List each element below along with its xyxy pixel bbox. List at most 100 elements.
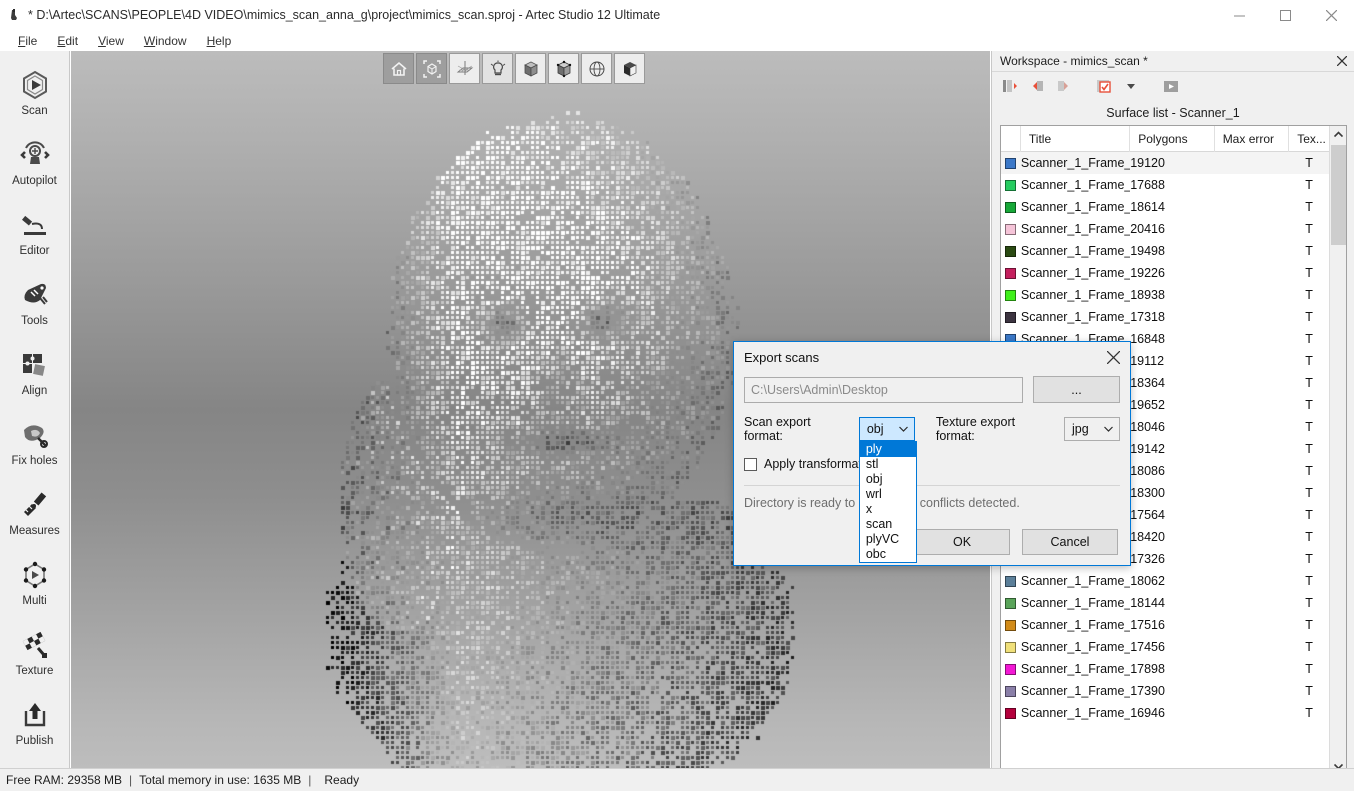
row-polygons: 16848 bbox=[1130, 332, 1165, 346]
scan-color-swatch[interactable] bbox=[1001, 267, 1021, 279]
dropdown-option-ply[interactable]: ply bbox=[859, 442, 916, 457]
close-icon[interactable] bbox=[1308, 0, 1354, 30]
table-row[interactable]: Scanner_1_Frame_ 19226 T bbox=[1001, 262, 1329, 284]
viewport-toolbar bbox=[383, 53, 645, 84]
scan-color-swatch[interactable] bbox=[1001, 289, 1021, 301]
dropdown-arrow-icon[interactable] bbox=[1119, 75, 1143, 97]
next-frame-icon[interactable] bbox=[1052, 75, 1076, 97]
cancel-button[interactable]: Cancel bbox=[1022, 529, 1118, 555]
fit-to-view-icon[interactable] bbox=[416, 53, 447, 84]
window-controls bbox=[1216, 0, 1354, 30]
sidebar-item-fix-holes[interactable]: Fix holes bbox=[0, 407, 70, 477]
column-header-texture[interactable]: Tex... bbox=[1289, 126, 1329, 152]
menu-item-help[interactable]: Help bbox=[197, 32, 242, 50]
table-row[interactable]: Scanner_1_Frame_ 17318 T bbox=[1001, 306, 1329, 328]
solid-cube-icon[interactable] bbox=[614, 53, 645, 84]
scan-color-swatch[interactable] bbox=[1001, 663, 1021, 675]
scan-color-swatch[interactable] bbox=[1001, 707, 1021, 719]
chevron-down-icon bbox=[894, 426, 914, 432]
home-icon[interactable] bbox=[383, 53, 414, 84]
menu-item-view[interactable]: View bbox=[88, 32, 134, 50]
row-polygons: 18614 bbox=[1130, 200, 1165, 214]
column-header-polygons[interactable]: Polygons bbox=[1130, 126, 1215, 152]
dropdown-option-obc[interactable]: obc bbox=[860, 547, 916, 562]
menu-item-window[interactable]: Window bbox=[134, 32, 197, 50]
scrollbar-thumb[interactable] bbox=[1331, 145, 1346, 245]
light-bulb-icon[interactable] bbox=[482, 53, 513, 84]
scan-color-swatch[interactable] bbox=[1001, 157, 1021, 169]
scan-color-swatch[interactable] bbox=[1001, 575, 1021, 587]
column-header-max-error[interactable]: Max error bbox=[1215, 126, 1290, 152]
table-row[interactable]: Scanner_1_Frame_ 19120 T bbox=[1001, 152, 1329, 174]
table-row[interactable]: Scanner_1_Frame_ 17688 T bbox=[1001, 174, 1329, 196]
column-header-title[interactable]: Title bbox=[1021, 126, 1131, 152]
apply-transformation-row[interactable]: Apply transformation bbox=[734, 443, 1130, 471]
scan-color-swatch[interactable] bbox=[1001, 597, 1021, 609]
sphere-icon[interactable] bbox=[581, 53, 612, 84]
close-icon[interactable] bbox=[1334, 53, 1350, 69]
select-all-checkbox-icon[interactable] bbox=[1092, 75, 1116, 97]
dropdown-option-stl[interactable]: stl bbox=[860, 457, 916, 472]
maximize-icon[interactable] bbox=[1262, 0, 1308, 30]
sidebar-item-align[interactable]: Align bbox=[0, 337, 70, 407]
table-row[interactable]: Scanner_1_Frame_ 18144 T bbox=[1001, 592, 1329, 614]
dropdown-option-wrl[interactable]: wrl bbox=[860, 487, 916, 502]
table-row[interactable]: Scanner_1_Frame_ 20416 T bbox=[1001, 218, 1329, 240]
table-row[interactable]: Scanner_1_Frame_ 17516 T bbox=[1001, 614, 1329, 636]
dropdown-option-x[interactable]: x bbox=[860, 502, 916, 517]
texture-export-format-select[interactable]: jpg bbox=[1063, 417, 1120, 441]
menu-item-file[interactable]: File bbox=[8, 32, 47, 50]
scan-color-swatch[interactable] bbox=[1001, 311, 1021, 323]
dropdown-option-plyVC[interactable]: plyVC bbox=[860, 532, 916, 547]
scan-color-swatch[interactable] bbox=[1001, 179, 1021, 191]
table-row[interactable]: Scanner_1_Frame_ 17456 T bbox=[1001, 636, 1329, 658]
apply-transformation-checkbox[interactable] bbox=[744, 457, 757, 471]
fix-holes-icon bbox=[17, 417, 53, 453]
play-icon[interactable] bbox=[1159, 75, 1183, 97]
table-row[interactable]: Scanner_1_Frame_ 18614 T bbox=[1001, 196, 1329, 218]
surface-list-scrollbar[interactable] bbox=[1329, 126, 1346, 775]
sidebar-item-label: Measures bbox=[9, 524, 60, 537]
sidebar-item-multi[interactable]: Multi bbox=[0, 547, 70, 617]
chevron-up-icon[interactable] bbox=[1330, 126, 1346, 143]
dropdown-option-obj[interactable]: obj bbox=[860, 472, 916, 487]
sidebar-item-texture[interactable]: Texture bbox=[0, 617, 70, 687]
column-header-swatch[interactable] bbox=[1001, 126, 1021, 152]
close-icon[interactable] bbox=[1100, 344, 1126, 370]
export-scans-dialog[interactable]: Export scans C:\Users\Admin\Desktop ... … bbox=[733, 341, 1131, 566]
export-path-input[interactable]: C:\Users\Admin\Desktop bbox=[744, 376, 1023, 403]
scan-export-format-dropdown[interactable]: ply stl obj wrl x scan plyVC obc bbox=[858, 441, 917, 563]
browse-button[interactable]: ... bbox=[1033, 376, 1120, 403]
sidebar-item-measures[interactable]: Measures bbox=[0, 477, 70, 547]
sidebar-item-tools[interactable]: Tools bbox=[0, 267, 70, 337]
table-row[interactable]: Scanner_1_Frame_ 18062 T bbox=[1001, 570, 1329, 592]
table-row[interactable]: Scanner_1_Frame_ 17898 T bbox=[1001, 658, 1329, 680]
scan-color-swatch[interactable] bbox=[1001, 641, 1021, 653]
ok-button[interactable]: OK bbox=[914, 529, 1010, 555]
menu-item-edit[interactable]: Edit bbox=[47, 32, 88, 50]
row-texture: T bbox=[1305, 442, 1313, 456]
import-scan-icon[interactable] bbox=[998, 75, 1022, 97]
scan-color-swatch[interactable] bbox=[1001, 685, 1021, 697]
table-row[interactable]: Scanner_1_Frame_ 16946 T bbox=[1001, 702, 1329, 724]
scan-color-swatch[interactable] bbox=[1001, 223, 1021, 235]
scan-color-swatch[interactable] bbox=[1001, 245, 1021, 257]
table-row[interactable]: Scanner_1_Frame_ 19498 T bbox=[1001, 240, 1329, 262]
wireframe-cube-icon[interactable] bbox=[548, 53, 579, 84]
sidebar-item-scan[interactable]: Scan bbox=[0, 57, 70, 127]
scan-export-format-select[interactable]: obj ply stl obj wrl x scan plyVC obc bbox=[858, 417, 917, 563]
scan-color-swatch[interactable] bbox=[1001, 201, 1021, 213]
shaded-cube-icon[interactable] bbox=[515, 53, 546, 84]
minimize-icon[interactable] bbox=[1216, 0, 1262, 30]
sidebar-item-publish[interactable]: Publish bbox=[0, 687, 70, 757]
table-row[interactable]: Scanner_1_Frame_ 18938 T bbox=[1001, 284, 1329, 306]
row-polygons: 18420 bbox=[1130, 530, 1165, 544]
row-max-error bbox=[1215, 438, 1290, 460]
scan-color-swatch[interactable] bbox=[1001, 619, 1021, 631]
grid-axes-icon[interactable] bbox=[449, 53, 480, 84]
sidebar-item-autopilot[interactable]: Autopilot bbox=[0, 127, 70, 197]
sidebar-item-editor[interactable]: Editor bbox=[0, 197, 70, 267]
dropdown-option-scan[interactable]: scan bbox=[860, 517, 916, 532]
table-row[interactable]: Scanner_1_Frame_ 17390 T bbox=[1001, 680, 1329, 702]
previous-frame-icon[interactable] bbox=[1025, 75, 1049, 97]
